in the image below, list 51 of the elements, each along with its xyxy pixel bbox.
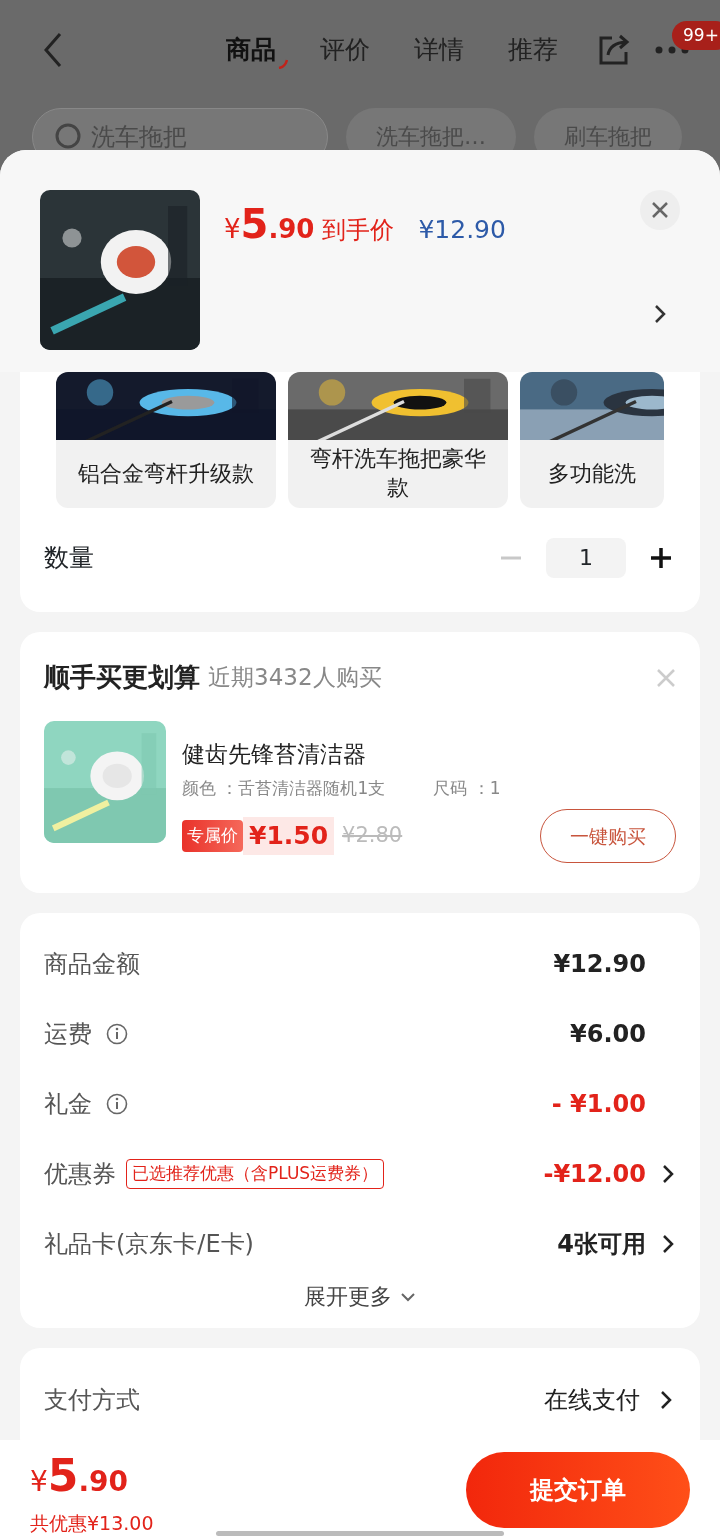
payment-label: 支付方式	[44, 1385, 140, 1416]
purchase-count: 近期3432人购买	[208, 663, 382, 693]
expand-more-link[interactable]: 展开更多	[303, 1279, 417, 1314]
saving-text: 共优惠¥13.00	[30, 1510, 154, 1536]
nav-tab[interactable]: 详情	[408, 31, 478, 69]
summary-label: 礼金	[44, 1089, 92, 1120]
nav-tab[interactable]: 商品	[220, 31, 290, 69]
size-spec: 尺码 ：1	[433, 776, 501, 800]
old-price: ¥2.80	[342, 822, 403, 850]
summary-value: -¥12.00	[543, 1159, 646, 1190]
product-name: 健齿先锋苔清洁器	[182, 740, 367, 769]
payment-value: 在线支付	[544, 1385, 640, 1416]
buy-button[interactable]: 一键购买	[540, 809, 676, 863]
total-price: ¥5.90	[30, 1448, 130, 1503]
nav-tab[interactable]: 评价	[314, 31, 384, 69]
notification-badge: 99+	[672, 21, 720, 50]
summary-value: 4张可用	[557, 1229, 646, 1260]
final-price: ¥5.90	[224, 200, 315, 249]
summary-label: 礼品卡(京东卡/E卡)	[44, 1229, 254, 1260]
chevron-icon[interactable]	[654, 304, 666, 324]
color-spec: 颜色 ：舌苔清洁器随机1支	[182, 776, 386, 800]
summary-value: ¥12.90	[553, 949, 646, 980]
option-chip[interactable]: 铝合金弯杆升级款	[56, 372, 276, 508]
quantity-field[interactable]: 1	[546, 538, 626, 578]
plus-icon[interactable]	[650, 547, 672, 569]
option-chip[interactable]: 多功能洗	[520, 372, 664, 508]
search-icon	[55, 123, 83, 151]
info-icon[interactable]	[106, 1093, 128, 1115]
chevron-icon[interactable]	[662, 1234, 674, 1254]
special-price: ¥1.50	[243, 817, 335, 855]
submit-button[interactable]: 提交订单	[466, 1452, 690, 1528]
summary-label: 商品金额	[44, 949, 140, 980]
close-icon	[651, 201, 669, 219]
close-button[interactable]	[640, 190, 680, 230]
price-label: 到手价	[322, 215, 395, 246]
price-tag: 专属价	[182, 820, 243, 852]
summary-label: 运费	[44, 1019, 92, 1050]
nav-tab[interactable]: 推荐	[502, 31, 572, 69]
summary-label: 优惠券	[44, 1159, 116, 1190]
chevron-down-icon	[400, 1291, 416, 1302]
quantity-label: 数量	[44, 542, 94, 575]
summary-value: ¥6.00	[570, 1019, 646, 1050]
original-price: ¥12.90	[418, 214, 506, 246]
info-icon[interactable]	[106, 1023, 128, 1045]
summary-value: - ¥1.00	[551, 1089, 646, 1120]
section-title: 顺手买更划算	[44, 661, 200, 694]
chevron-icon[interactable]	[660, 1390, 672, 1410]
chevron-icon[interactable]	[662, 1164, 674, 1184]
option-chip[interactable]: 弯杆洗车拖把豪华款	[288, 372, 508, 508]
underline-mark	[278, 58, 288, 69]
coupon-tag: 已选推荐优惠（含PLUS运费券）	[126, 1159, 385, 1189]
